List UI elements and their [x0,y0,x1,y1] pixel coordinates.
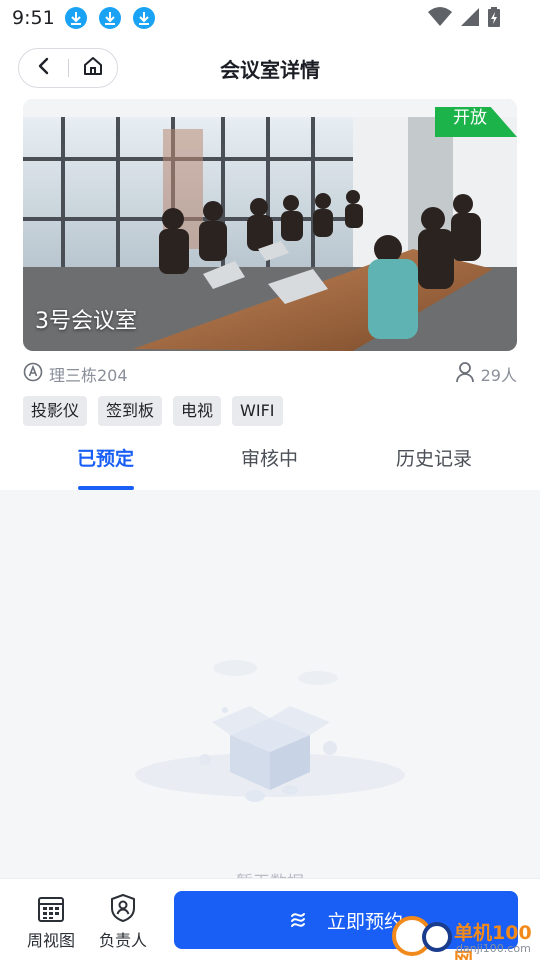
signal-icon [460,7,480,31]
watermark-logo: 单机100网 danji100.com [392,906,540,960]
watermark-circle [422,922,452,952]
facility-tag: 签到板 [98,396,163,426]
facility-tag: 电视 [173,396,222,426]
tab-bar: 已预定 审核中 历史记录 [0,440,540,490]
download-icon [98,7,121,29]
owner-label: 负责人 [98,931,147,950]
wifi-icon [428,7,452,31]
location-text: 理三栋204 [49,366,128,385]
watermark-url: danji100.com [456,942,531,955]
shield-person-icon [93,891,153,923]
week-view-button[interactable]: 周视图 [21,891,81,951]
download-icon [64,7,87,29]
tab-history[interactable]: 历史记录 [396,444,472,471]
facility-tags: 投影仪 签到板 电视 WIFI [23,396,283,426]
capacity-text: 29人 [480,366,517,385]
reserve-icon [289,908,313,933]
download-icon [132,7,155,29]
room-location: 理三栋204 [23,362,128,386]
location-icon [23,362,43,386]
room-photo: 开放 3号会议室 [23,99,517,351]
owner-button[interactable]: 负责人 [93,891,153,951]
room-name: 3号会议室 [35,309,137,334]
status-badge-label: 开放 [453,108,487,128]
person-icon [455,361,475,387]
battery-charging-icon [488,7,500,31]
status-bar: 9:51 [0,0,540,36]
page-title: 会议室详情 [220,58,320,82]
header: 会议室详情 [0,46,540,92]
room-capacity: 29人 [455,361,517,387]
calendar-icon [21,891,81,923]
tab-under-review[interactable]: 审核中 [241,444,298,471]
reservation-list: 暂无数据 [0,490,540,880]
status-time: 9:51 [12,7,55,29]
room-info: 理三栋204 29人 [23,362,517,386]
facility-tag: WIFI [232,396,283,426]
facility-tag: 投影仪 [23,396,88,426]
tab-reserved[interactable]: 已预定 [77,444,134,471]
empty-box-illustration [135,660,405,802]
week-view-label: 周视图 [26,931,75,950]
